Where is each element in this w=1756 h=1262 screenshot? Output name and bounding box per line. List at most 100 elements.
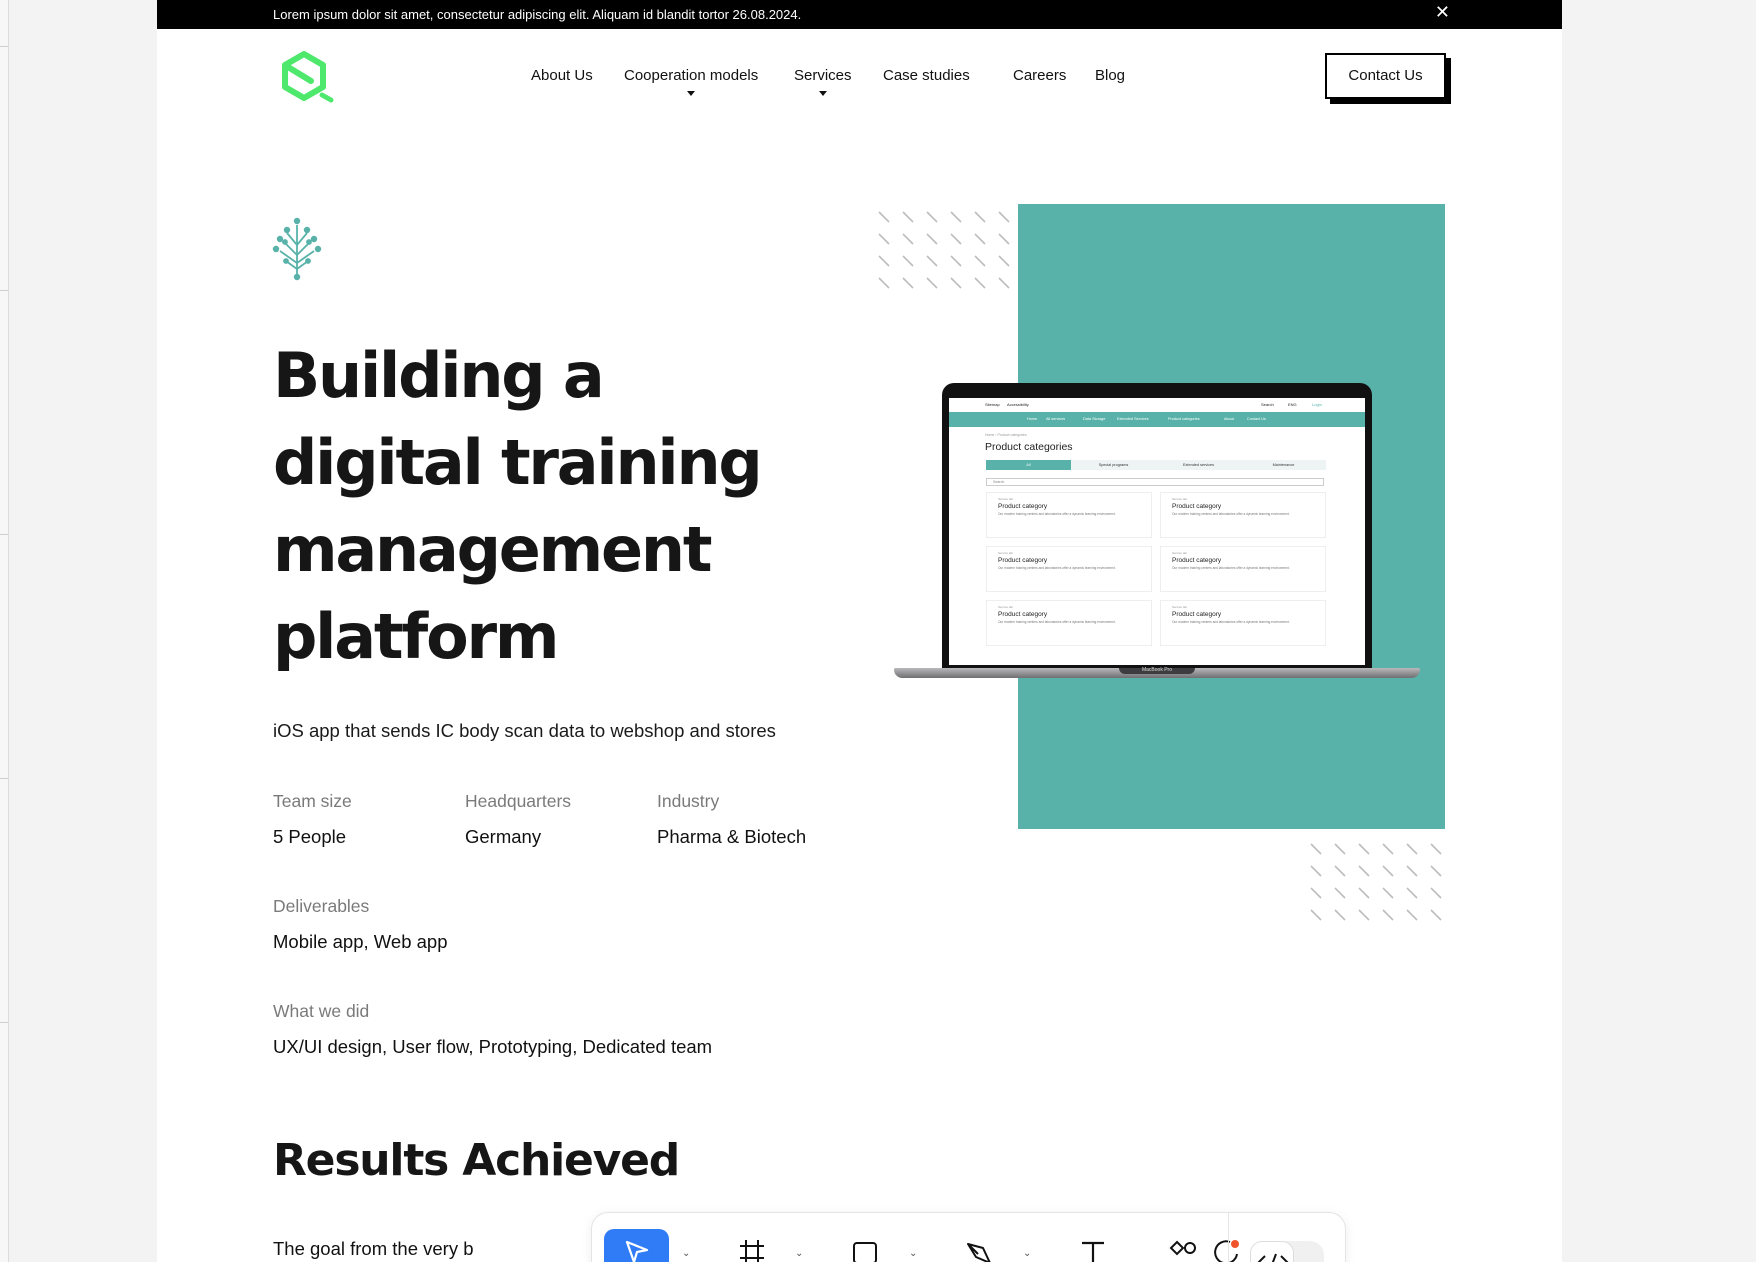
pattern-dash — [1358, 887, 1370, 899]
mockup-card: Service tab Product category Our modern … — [986, 492, 1152, 538]
pen-icon[interactable] — [965, 1238, 993, 1262]
hero-title-line: Building a — [273, 339, 605, 412]
pattern-dash — [1382, 887, 1394, 899]
pattern-dash — [1358, 909, 1370, 921]
pattern-dash — [1358, 843, 1370, 855]
nav-label: Careers — [1013, 67, 1067, 84]
shapes-icon[interactable] — [1169, 1238, 1197, 1262]
code-toggle[interactable] — [1250, 1241, 1324, 1262]
nav-cooperation-models[interactable]: Cooperation models — [624, 67, 759, 96]
pattern-dash — [950, 233, 962, 245]
mockup-card-tag: Service tab — [1172, 551, 1188, 555]
team-size-label: Team size — [273, 791, 352, 811]
chevron-down-icon[interactable]: ⌄ — [795, 1248, 803, 1259]
ruler — [0, 0, 9, 1262]
mockup-card-tag: Service tab — [1172, 497, 1188, 501]
pattern-dash — [1430, 865, 1442, 877]
pattern-dash — [974, 211, 986, 223]
industry-value: Pharma & Biotech — [657, 826, 807, 847]
pattern-dash — [950, 255, 962, 267]
nav-label: Case studies — [883, 67, 970, 84]
pattern-dash — [1382, 843, 1394, 855]
logo-icon[interactable] — [278, 49, 336, 105]
mockup-accessibility: Accessibility — [1007, 402, 1029, 407]
nav-label: Services — [794, 67, 852, 84]
nav-services[interactable]: Services — [794, 67, 852, 96]
mockup-breadcrumb: Home › Product categories — [985, 433, 1027, 437]
design-toolbar: ⌄ ⌄ ⌄ ⌄ — [592, 1213, 1345, 1262]
rectangle-icon[interactable] — [851, 1238, 879, 1262]
pattern-dash — [878, 211, 890, 223]
nav-about-us[interactable]: About Us — [531, 67, 593, 84]
mockup-card-desc: Our modern training centers and laborato… — [1172, 566, 1290, 570]
frame-icon[interactable] — [738, 1238, 766, 1262]
mockup-tab: Special programs — [1098, 463, 1129, 467]
pattern-dash — [902, 255, 914, 267]
pattern-dash — [1406, 887, 1418, 899]
mockup-tab: All — [986, 460, 1071, 470]
what-we-did-label: What we did — [273, 1001, 370, 1021]
mockup-card-desc: Our modern training centers and laborato… — [1172, 620, 1290, 624]
mockup-card-tag: Service tab — [1172, 605, 1188, 609]
mockup-card-title: Product category — [998, 557, 1048, 564]
pattern-dash — [950, 211, 962, 223]
laptop-mockup: Sitemap Accessibility Search ENG Login H… — [894, 383, 1420, 683]
mockup-card: Service tab Product category Our modern … — [1160, 546, 1326, 592]
chevron-down-icon[interactable]: ⌄ — [909, 1248, 917, 1259]
move-icon[interactable] — [623, 1238, 651, 1262]
mockup-login: Login — [1312, 402, 1322, 407]
dash-pattern-top — [878, 211, 1010, 289]
mockup-nav-item: Home — [1027, 417, 1038, 421]
mockup-nav-item: Data Storage — [1083, 417, 1106, 421]
mockup-search: Search — [1261, 402, 1274, 407]
mockup-card-desc: Our modern training centers and laborato… — [998, 620, 1116, 624]
mockup-nav-item: Product categories — [1168, 417, 1200, 421]
chevron-down-icon — [687, 91, 696, 96]
tree-icon — [272, 217, 322, 281]
laptop-screen: Sitemap Accessibility Search ENG Login H… — [949, 398, 1365, 665]
nav-label: About Us — [531, 67, 593, 84]
mockup-card-desc: Our modern training centers and laborato… — [998, 566, 1116, 570]
mockup-tabs: All Special programs Extended services M… — [986, 460, 1326, 470]
mockup-card: Service tab Product category Our modern … — [1160, 492, 1326, 538]
text-icon[interactable] — [1079, 1238, 1107, 1262]
results-heading: Results Achieved — [273, 1135, 680, 1186]
mockup-nav-item: About — [1224, 417, 1234, 421]
announcement-bar: Lorem ipsum dolor sit amet, consectetur … — [157, 0, 1562, 29]
nav-label: Cooperation models — [624, 67, 759, 84]
mockup-nav-item: Extended Services — [1117, 417, 1149, 421]
pattern-dash — [1334, 843, 1346, 855]
pattern-dash — [878, 255, 890, 267]
what-we-did-value: UX/UI design, User flow, Prototyping, De… — [273, 1036, 713, 1057]
contact-us-button[interactable]: Contact Us — [1325, 53, 1446, 99]
toolbar-divider — [1228, 1213, 1229, 1262]
mockup-page-title: Product categories — [985, 441, 1073, 453]
pattern-dash — [998, 211, 1010, 223]
nav-case-studies[interactable]: Case studies — [883, 67, 970, 84]
pattern-dash — [878, 277, 890, 289]
pattern-dash — [926, 277, 938, 289]
mockup-card-tag: Service tab — [998, 497, 1014, 501]
chevron-down-icon[interactable]: ⌄ — [682, 1248, 690, 1259]
results-text: The goal from the very b — [273, 1238, 474, 1259]
pattern-dash — [1382, 865, 1394, 877]
nav-blog[interactable]: Blog — [1095, 67, 1125, 84]
mockup-card-title: Product category — [1172, 611, 1222, 618]
pattern-dash — [1430, 843, 1442, 855]
pattern-dash — [998, 233, 1010, 245]
hero-title-line: digital training — [273, 426, 763, 499]
device-label: MacBook Pro — [1141, 667, 1172, 673]
nav-careers[interactable]: Careers — [1013, 67, 1066, 84]
close-icon[interactable]: ✕ — [1435, 2, 1450, 22]
pattern-dash — [926, 233, 938, 245]
mockup-nav-item: All services — [1046, 417, 1066, 421]
deliverables-value: Mobile app, Web app — [273, 931, 448, 952]
mockup-tab: Extended services — [1182, 463, 1215, 467]
mockup-sitemap: Sitemap — [985, 402, 1000, 407]
pattern-dash — [902, 277, 914, 289]
nav-label: Blog — [1095, 67, 1126, 84]
page: Lorem ipsum dolor sit amet, consectetur … — [157, 0, 1562, 1262]
chevron-down-icon[interactable]: ⌄ — [1023, 1248, 1031, 1259]
mockup-card-title: Product category — [998, 611, 1048, 618]
comment-icon[interactable] — [1212, 1238, 1240, 1262]
